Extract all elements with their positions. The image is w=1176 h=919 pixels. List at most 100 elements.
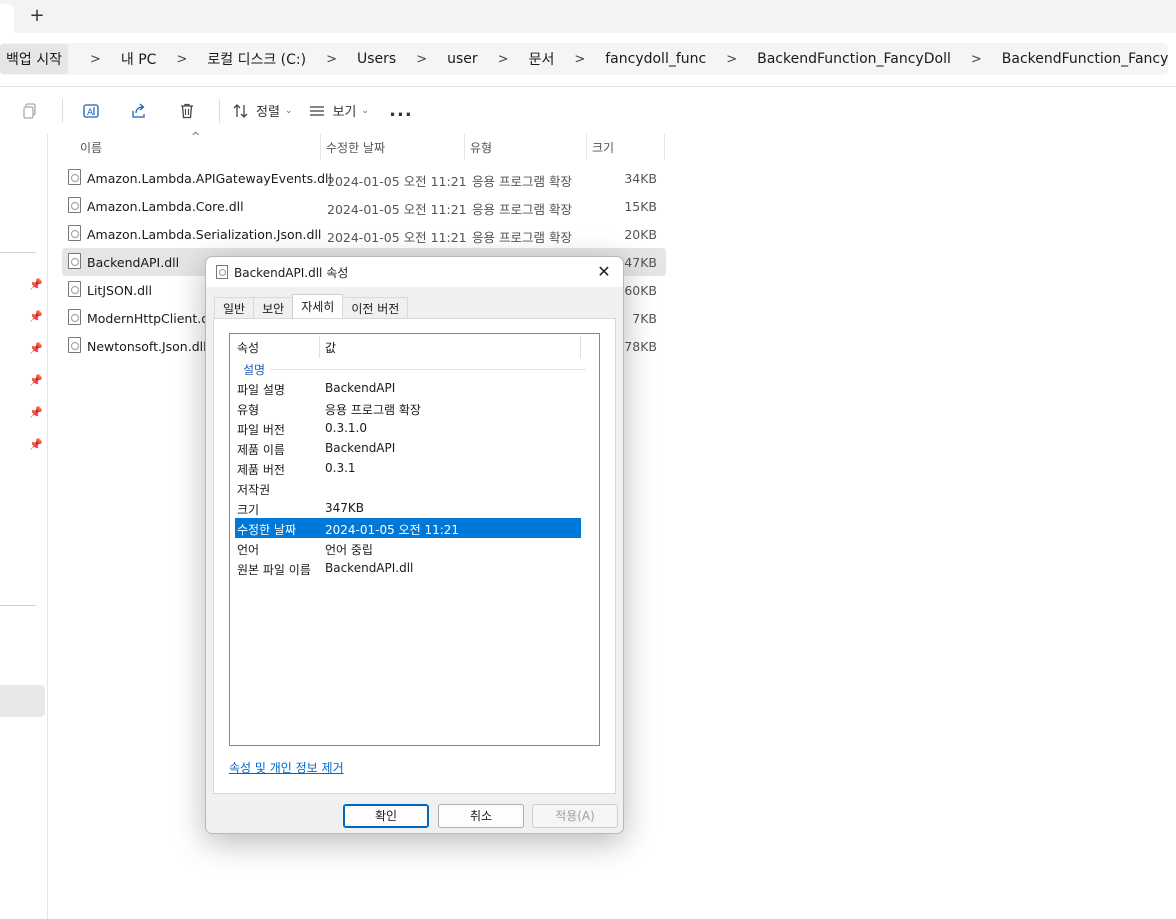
column-header-date[interactable]: 수정한 날짜	[322, 139, 385, 159]
nav-item-selected[interactable]	[0, 685, 45, 717]
rename-icon: A	[83, 103, 99, 118]
column-divider[interactable]	[664, 134, 665, 160]
property-value: BackendAPI	[325, 381, 396, 395]
property-row[interactable]: 파일 설명 BackendAPI	[230, 378, 599, 398]
cancel-button[interactable]: 취소	[438, 804, 524, 828]
property-row[interactable]: 크기 347KB	[230, 498, 599, 518]
toolbar-divider	[219, 98, 220, 123]
tab-security[interactable]: 보안	[253, 297, 294, 318]
file-row[interactable]: Amazon.Lambda.Serialization.Json.dll 202…	[62, 220, 666, 248]
breadcrumb-item[interactable]: 백업 시작	[0, 44, 68, 74]
view-icon	[310, 105, 325, 116]
listview-header: 속성 값	[230, 334, 599, 360]
column-header-size[interactable]: 크기	[588, 139, 614, 159]
breadcrumb-item[interactable]: 로컬 디스크 (C:)	[201, 49, 312, 69]
pin-icon[interactable]: 📌	[29, 342, 43, 355]
property-row[interactable]: 제품 버전 0.3.1	[230, 458, 599, 478]
column-header-value[interactable]: 값	[325, 339, 336, 356]
details-listview[interactable]: 속성 값 설명 파일 설명 BackendAPI 유형 응용 프로그램 확장 파…	[229, 333, 600, 746]
share-icon	[132, 103, 145, 118]
dll-file-icon	[68, 169, 81, 185]
property-row[interactable]: 유형 응용 프로그램 확장	[230, 398, 599, 418]
group-header-description: 설명	[230, 360, 599, 378]
file-size: 60KB	[624, 283, 657, 298]
breadcrumb-item[interactable]: BackendFunction_FancyDoll	[996, 51, 1168, 67]
file-date: 2024-01-05 오전 11:21	[327, 202, 467, 217]
chevron-right-icon[interactable]: >	[312, 52, 351, 67]
tab-general[interactable]: 일반	[214, 297, 255, 318]
property-row[interactable]: 저작권	[230, 478, 599, 498]
new-tab-button[interactable]: +	[27, 5, 47, 26]
dll-file-icon	[68, 225, 81, 241]
file-name: Amazon.Lambda.Serialization.Json.dll	[87, 227, 322, 242]
tab-details[interactable]: 자세히	[292, 294, 344, 318]
file-row[interactable]: Amazon.Lambda.Core.dll 2024-01-05 오전 11:…	[62, 192, 666, 220]
property-row-selected[interactable]: 수정한 날짜 2024-01-05 오전 11:21	[235, 518, 581, 538]
copy-button[interactable]	[14, 95, 46, 127]
pin-icon[interactable]: 📌	[29, 438, 43, 451]
property-value: 0.3.1	[325, 461, 356, 475]
file-name: LitJSON.dll	[87, 283, 153, 298]
pin-icon[interactable]: 📌	[29, 278, 43, 291]
breadcrumb-item[interactable]: 문서	[523, 49, 561, 69]
breadcrumb-item[interactable]: fancydoll_func	[599, 51, 712, 67]
property-name: 제품 이름	[237, 443, 285, 457]
rename-button[interactable]: A	[75, 95, 107, 127]
file-row[interactable]: Amazon.Lambda.APIGatewayEvents.dll 2024-…	[62, 164, 666, 192]
column-divider[interactable]	[320, 134, 321, 160]
property-row[interactable]: 제품 이름 BackendAPI	[230, 438, 599, 458]
group-label: 설명	[243, 361, 270, 378]
more-options-button[interactable]: ...	[385, 95, 417, 127]
pin-icon[interactable]: 📌	[29, 374, 43, 387]
view-label: 보기	[332, 105, 357, 120]
pin-icon[interactable]: 📌	[29, 406, 43, 419]
property-row[interactable]: 원본 파일 이름 BackendAPI.dll	[230, 558, 599, 578]
column-header-property[interactable]: 속성	[237, 339, 259, 356]
chevron-right-icon[interactable]: >	[402, 52, 441, 67]
ok-button[interactable]: 확인	[343, 804, 429, 828]
column-header-name[interactable]: 이름	[76, 139, 102, 159]
active-tab[interactable]	[0, 4, 14, 33]
breadcrumb-item[interactable]: user	[441, 51, 484, 67]
breadcrumb-item[interactable]: 내 PC	[115, 49, 163, 69]
dialog-title: BackendAPI.dll 속성	[234, 266, 349, 280]
breadcrumb-item[interactable]: Users	[351, 51, 402, 67]
column-divider[interactable]	[580, 336, 581, 358]
breadcrumb-item[interactable]: BackendFunction_FancyDoll	[751, 51, 957, 67]
file-size: 20KB	[624, 227, 657, 242]
view-button[interactable]: 보기 ⌄	[308, 95, 369, 127]
close-icon[interactable]: ✕	[593, 261, 615, 283]
chevron-right-icon[interactable]: >	[957, 52, 996, 67]
share-button[interactable]	[123, 95, 155, 127]
dialog-tabs: 일반 보안 자세히 이전 버전	[214, 294, 409, 318]
property-row[interactable]: 언어 언어 중립	[230, 538, 599, 558]
remove-properties-link[interactable]: 속성 및 개인 정보 제거	[229, 759, 344, 776]
pin-icon[interactable]: 📌	[29, 310, 43, 323]
chevron-right-icon[interactable]: >	[560, 52, 599, 67]
property-value: BackendAPI	[325, 441, 396, 455]
dll-file-icon	[68, 197, 81, 213]
column-header-type[interactable]: 유형	[466, 139, 492, 159]
property-name: 파일 버전	[237, 423, 285, 437]
property-value: 2024-01-05 오전 11:21	[325, 523, 460, 537]
address-bar[interactable]: 백업 시작 > 내 PC > 로컬 디스크 (C:) > Users > use…	[0, 43, 1168, 75]
column-divider[interactable]	[319, 336, 320, 358]
delete-icon	[181, 103, 193, 118]
chevron-right-icon[interactable]: >	[76, 52, 115, 67]
chevron-right-icon[interactable]: >	[484, 52, 523, 67]
dll-file-icon	[68, 253, 81, 269]
delete-button[interactable]	[171, 95, 203, 127]
dialog-title-bar[interactable]: BackendAPI.dll 속성 ✕	[206, 257, 623, 287]
navigation-pane: 📌 📌 📌 📌 📌 📌	[0, 134, 48, 919]
property-value: BackendAPI.dll	[325, 561, 414, 575]
chevron-right-icon[interactable]: >	[162, 52, 201, 67]
apply-button[interactable]: 적용(A)	[532, 804, 618, 828]
property-name: 크기	[237, 503, 260, 517]
sort-button[interactable]: 정렬 ⌄	[232, 95, 292, 127]
properties-dialog: BackendAPI.dll 속성 ✕ 일반 보안 자세히 이전 버전 속성 값…	[205, 256, 624, 834]
column-divider[interactable]	[586, 134, 587, 160]
chevron-right-icon[interactable]: >	[712, 52, 751, 67]
property-row[interactable]: 파일 버전 0.3.1.0	[230, 418, 599, 438]
tab-previous-versions[interactable]: 이전 버전	[342, 297, 409, 318]
column-divider[interactable]	[464, 134, 465, 160]
